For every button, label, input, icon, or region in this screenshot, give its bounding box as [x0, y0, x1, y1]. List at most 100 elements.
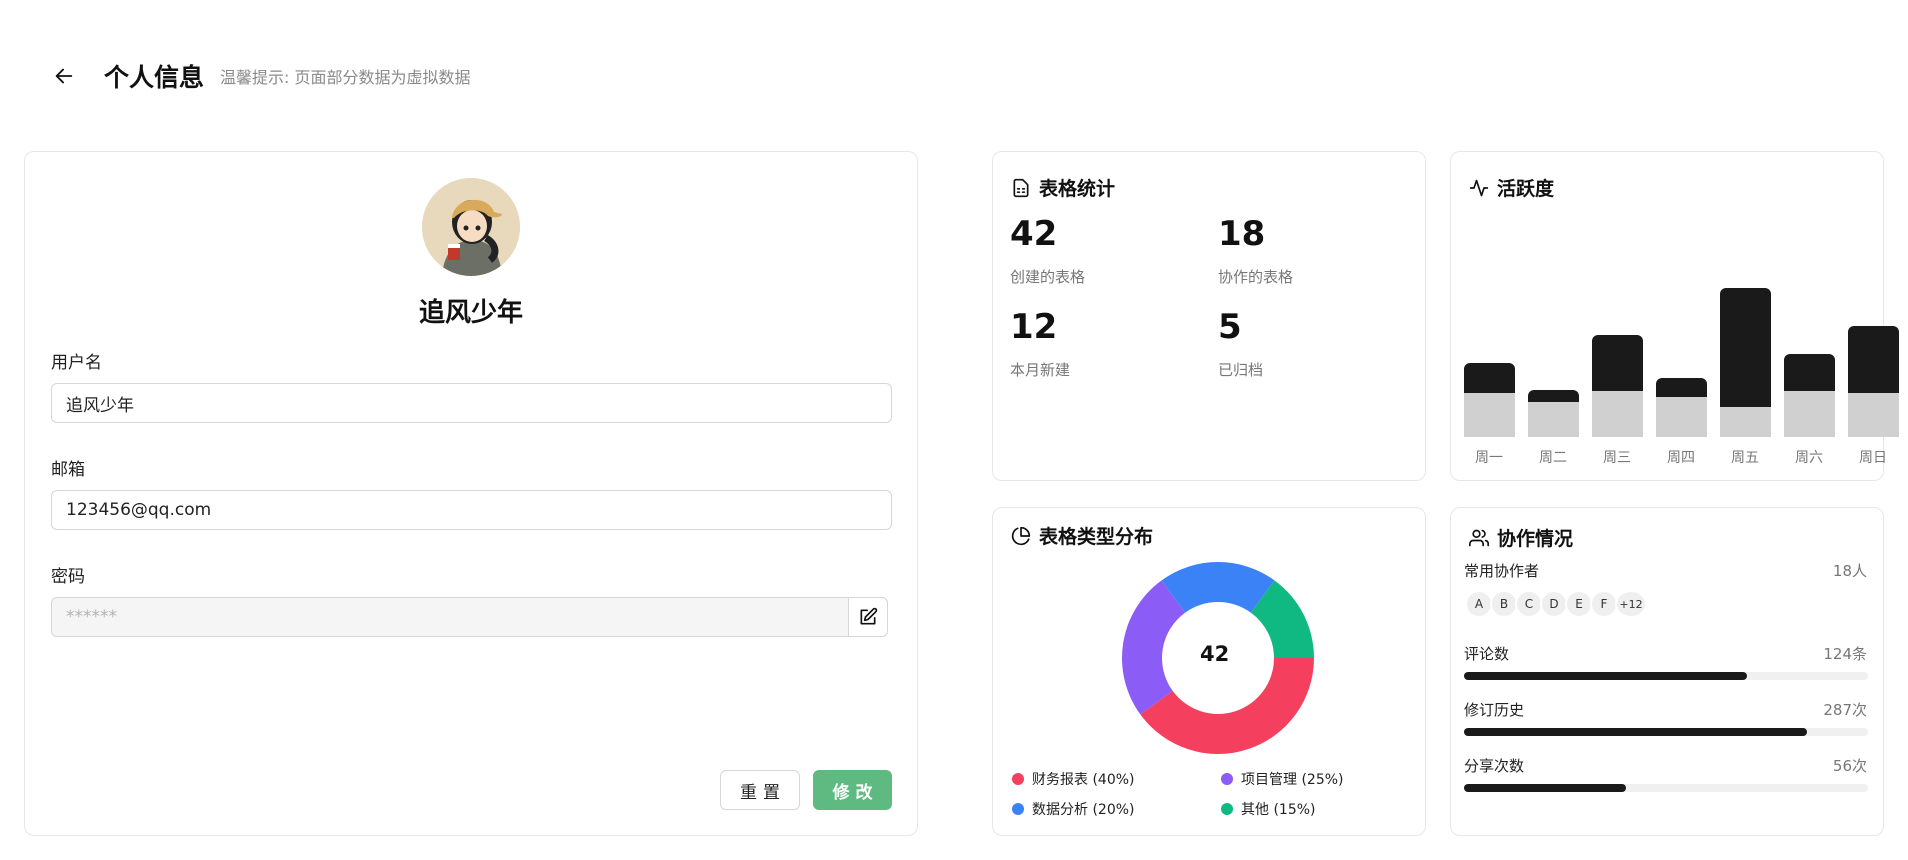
avatar-illustration: [422, 178, 520, 276]
back-button[interactable]: [50, 62, 78, 90]
activity-bar-active: [1784, 354, 1835, 391]
activity-title-text: 活跃度: [1497, 178, 1555, 200]
metric-value: 287次: [1823, 701, 1867, 719]
page-title: 个人信息: [104, 63, 205, 92]
metric-label: 修订历史: [1464, 701, 1525, 719]
day-label: 周四: [1667, 450, 1695, 466]
metric-label: 分享次数: [1464, 757, 1525, 775]
metric-progress-fill: [1464, 728, 1808, 736]
legend-label: 其他 (15%): [1241, 802, 1316, 818]
activity-bar-base: [1848, 393, 1899, 437]
legend-item: 财务报表 (40%): [1012, 769, 1135, 789]
collaborator-avatar[interactable]: D: [1540, 590, 1568, 618]
metric-progress: [1464, 672, 1868, 680]
more-collaborators-badge[interactable]: +12: [1615, 590, 1647, 618]
profile-card: 追风少年 用户名 追风少年 邮箱 123456@qq.com 密码 ******…: [24, 151, 918, 836]
legend-label: 项目管理 (25%): [1241, 772, 1344, 788]
activity-bar-base: [1720, 407, 1771, 437]
legend-dot: [1221, 773, 1233, 785]
metric-value: 56次: [1832, 757, 1867, 775]
submit-button[interactable]: 修改: [813, 770, 892, 810]
stat-label: 创建的表格: [1010, 268, 1086, 286]
stat-label: 已归档: [1218, 361, 1264, 379]
day-label: 周一: [1475, 450, 1503, 466]
page-hint: 温馨提示: 页面部分数据为虚拟数据: [220, 68, 471, 87]
day-label: 周二: [1539, 450, 1567, 466]
stat-value: 12: [1010, 307, 1058, 347]
day-label: 周五: [1731, 450, 1759, 466]
day-label: 周六: [1795, 450, 1823, 466]
metric-progress-fill: [1464, 784, 1626, 792]
collaborator-avatar[interactable]: C: [1515, 590, 1543, 618]
collaborator-avatar[interactable]: F: [1590, 590, 1618, 618]
metric-label: 评论数: [1464, 645, 1510, 663]
file-text-icon: [1013, 178, 1029, 197]
activity-bar-active: [1848, 326, 1899, 393]
stat-value: 5: [1218, 307, 1242, 347]
legend-label: 财务报表 (40%): [1032, 772, 1135, 788]
collaborator-avatar[interactable]: B: [1490, 590, 1518, 618]
password-field: ******: [51, 597, 863, 637]
collab-title-text: 协作情况: [1497, 528, 1574, 550]
users-icon: [1469, 529, 1489, 546]
collaboration-card: 协作情况 常用协作者 18人 A B C D E F +12 评论数 124条 …: [1450, 507, 1884, 836]
username-label: 用户名: [51, 353, 102, 373]
donut-center-value: 42: [1200, 642, 1230, 666]
metric-progress: [1464, 784, 1868, 792]
stats-title: 表格统计: [1011, 174, 1115, 201]
stat-label: 本月新建: [1010, 361, 1071, 379]
legend-dot: [1012, 803, 1024, 815]
activity-icon: [1469, 179, 1489, 196]
table-type-distribution-card: 表格类型分布 42 财务报表 (40%) 项目管理 (25%) 数据分析 (20…: [992, 507, 1426, 836]
table-stats-card: 表格统计 42 创建的表格 18 协作的表格 12 本月新建 5 已归档: [992, 151, 1426, 481]
activity-bar-base: [1464, 393, 1515, 437]
day-label: 周三: [1603, 450, 1631, 466]
activity-bar-active: [1528, 390, 1579, 402]
metric-progress-fill: [1464, 672, 1747, 680]
stat-value: 18: [1218, 214, 1266, 254]
profile-name: 追风少年: [418, 298, 523, 328]
activity-bar-active: [1464, 363, 1515, 393]
activity-card: 活跃度 周一 周二 周三 周四 周五 周六 周日: [1450, 151, 1899, 481]
page-header: 个人信息 温馨提示: 页面部分数据为虚拟数据: [50, 58, 471, 94]
legend-dot: [1012, 773, 1024, 785]
reset-button[interactable]: 重置: [720, 770, 800, 810]
edit-icon: [860, 607, 878, 625]
collaborators-count: 18人: [1832, 562, 1867, 580]
password-label: 密码: [51, 567, 85, 587]
legend-dot: [1221, 803, 1233, 815]
activity-title: 活跃度: [1469, 174, 1554, 201]
email-label: 邮箱: [51, 460, 85, 480]
metric-value: 124条: [1823, 645, 1867, 663]
edit-password-button[interactable]: [848, 597, 888, 637]
collab-title: 协作情况: [1469, 524, 1573, 551]
collaborators-label: 常用协作者: [1464, 562, 1540, 580]
legend-label: 数据分析 (20%): [1032, 802, 1135, 818]
distribution-title-text: 表格类型分布: [1039, 526, 1154, 548]
stats-title-text: 表格统计: [1039, 178, 1116, 200]
arrow-left-icon: [55, 68, 73, 84]
collaborator-avatar[interactable]: A: [1465, 590, 1493, 618]
collaborator-avatar[interactable]: E: [1565, 590, 1593, 618]
stat-value: 42: [1010, 214, 1058, 254]
activity-bar-active: [1656, 378, 1707, 397]
donut-slice: [1122, 580, 1186, 715]
pie-chart-icon: [1011, 526, 1031, 545]
legend-item: 项目管理 (25%): [1221, 769, 1344, 789]
avatar[interactable]: [422, 178, 520, 276]
activity-bar-active: [1592, 335, 1643, 391]
metric-progress: [1464, 728, 1868, 736]
username-field[interactable]: 追风少年: [51, 383, 892, 423]
activity-bar-base: [1592, 391, 1643, 437]
stat-label: 协作的表格: [1218, 268, 1294, 286]
activity-bar-base: [1528, 402, 1579, 437]
activity-bar-base: [1784, 391, 1835, 437]
donut-slice: [1140, 658, 1314, 754]
activity-bar-active: [1720, 288, 1771, 407]
day-label: 周日: [1859, 450, 1887, 466]
email-field[interactable]: 123456@qq.com: [51, 490, 892, 530]
distribution-title: 表格类型分布: [1011, 522, 1153, 549]
legend-item: 数据分析 (20%): [1012, 799, 1135, 819]
activity-bar-base: [1656, 397, 1707, 437]
legend-item: 其他 (15%): [1221, 799, 1316, 819]
